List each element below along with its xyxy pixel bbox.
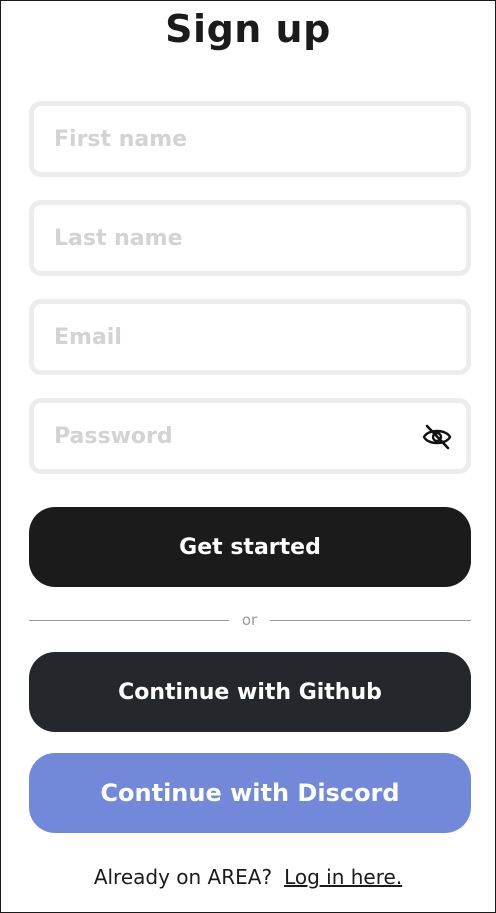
- first-name-input[interactable]: [54, 106, 410, 172]
- already-account-text: Already on AREA?: [93, 865, 273, 889]
- login-link[interactable]: Log in here.: [284, 865, 402, 889]
- divider-or-text: or: [241, 611, 258, 629]
- signup-screen: Sign up Get started or Continue with Git…: [0, 0, 496, 913]
- divider-line-right: [270, 620, 471, 621]
- divider-line-left: [29, 620, 229, 621]
- password-field-container: [29, 398, 471, 474]
- last-name-field-container: [29, 200, 471, 276]
- last-name-input[interactable]: [54, 205, 410, 271]
- get-started-button[interactable]: Get started: [29, 507, 471, 587]
- continue-with-discord-button[interactable]: Continue with Discord: [29, 753, 471, 833]
- password-input[interactable]: [54, 403, 410, 469]
- email-field-container: [29, 299, 471, 375]
- footer: Already on AREA? Log in here.: [1, 865, 495, 889]
- page-title: Sign up: [165, 7, 331, 51]
- continue-with-github-button[interactable]: Continue with Github: [29, 652, 471, 732]
- first-name-field-container: [29, 101, 471, 177]
- eye-slash-icon[interactable]: [422, 423, 452, 451]
- email-input[interactable]: [54, 304, 410, 370]
